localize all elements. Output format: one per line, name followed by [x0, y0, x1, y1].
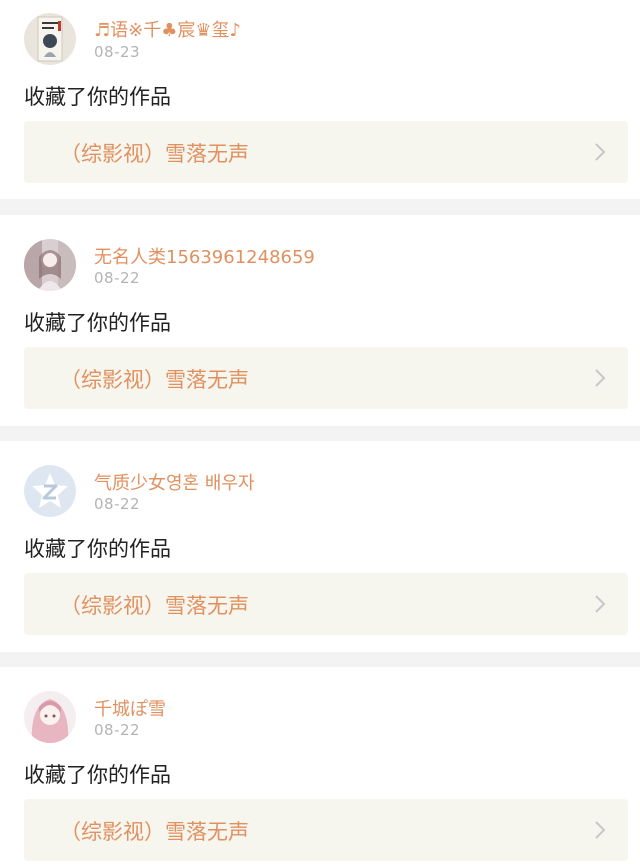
chevron-right-icon — [595, 821, 606, 839]
timestamp: 08-22 — [94, 721, 141, 739]
default-z-avatar[interactable] — [24, 465, 76, 517]
feed-item: 气质少女영혼 배우자 08-22 收藏了你的作品 （综影视）雪落无声 — [0, 441, 640, 652]
action-text: 收藏了你的作品 — [24, 85, 171, 109]
user-name[interactable]: 千城ぽ雪 — [94, 695, 166, 721]
user-name[interactable]: 无名人类1563961248659 — [94, 243, 315, 269]
timestamp: 08-22 — [94, 495, 141, 513]
feed-item: 无名人类1563961248659 08-22 收藏了你的作品 （综影视）雪落无… — [0, 215, 640, 426]
book-cover-avatar[interactable] — [24, 13, 76, 65]
action-text: 收藏了你的作品 — [24, 537, 171, 561]
timestamp: 08-22 — [94, 269, 141, 287]
feed-item: 千城ぽ雪 08-22 收藏了你的作品 （综影视）雪落无声 — [0, 667, 640, 864]
chevron-right-icon — [595, 143, 606, 161]
action-text: 收藏了你的作品 — [24, 763, 171, 787]
work-link[interactable]: （综影视）雪落无声 — [24, 121, 628, 183]
chevron-right-icon — [595, 369, 606, 387]
work-title: （综影视）雪落无声 — [60, 142, 249, 166]
work-title: （综影视）雪落无声 — [60, 368, 249, 392]
work-link[interactable]: （综影视）雪落无声 — [24, 573, 628, 635]
feed-item: ♬语※千♣宸♛玺♪ 08-23 收藏了你的作品 （综影视）雪落无声 — [0, 0, 640, 199]
work-title: （综影视）雪落无声 — [60, 820, 249, 844]
chevron-right-icon — [595, 595, 606, 613]
anime-girl-avatar[interactable] — [24, 239, 76, 291]
user-name[interactable]: 气质少女영혼 배우자 — [94, 469, 255, 495]
timestamp: 08-23 — [94, 43, 141, 61]
work-link[interactable]: （综影视）雪落无声 — [24, 347, 628, 409]
user-name[interactable]: ♬语※千♣宸♛玺♪ — [94, 16, 241, 42]
pink-hair-girl-avatar[interactable] — [24, 691, 76, 743]
work-link[interactable]: （综影视）雪落无声 — [24, 799, 628, 861]
notification-feed: ♬语※千♣宸♛玺♪ 08-23 收藏了你的作品 （综影视）雪落无声 无名人类15… — [0, 0, 640, 864]
work-title: （综影视）雪落无声 — [60, 594, 249, 618]
action-text: 收藏了你的作品 — [24, 311, 171, 335]
